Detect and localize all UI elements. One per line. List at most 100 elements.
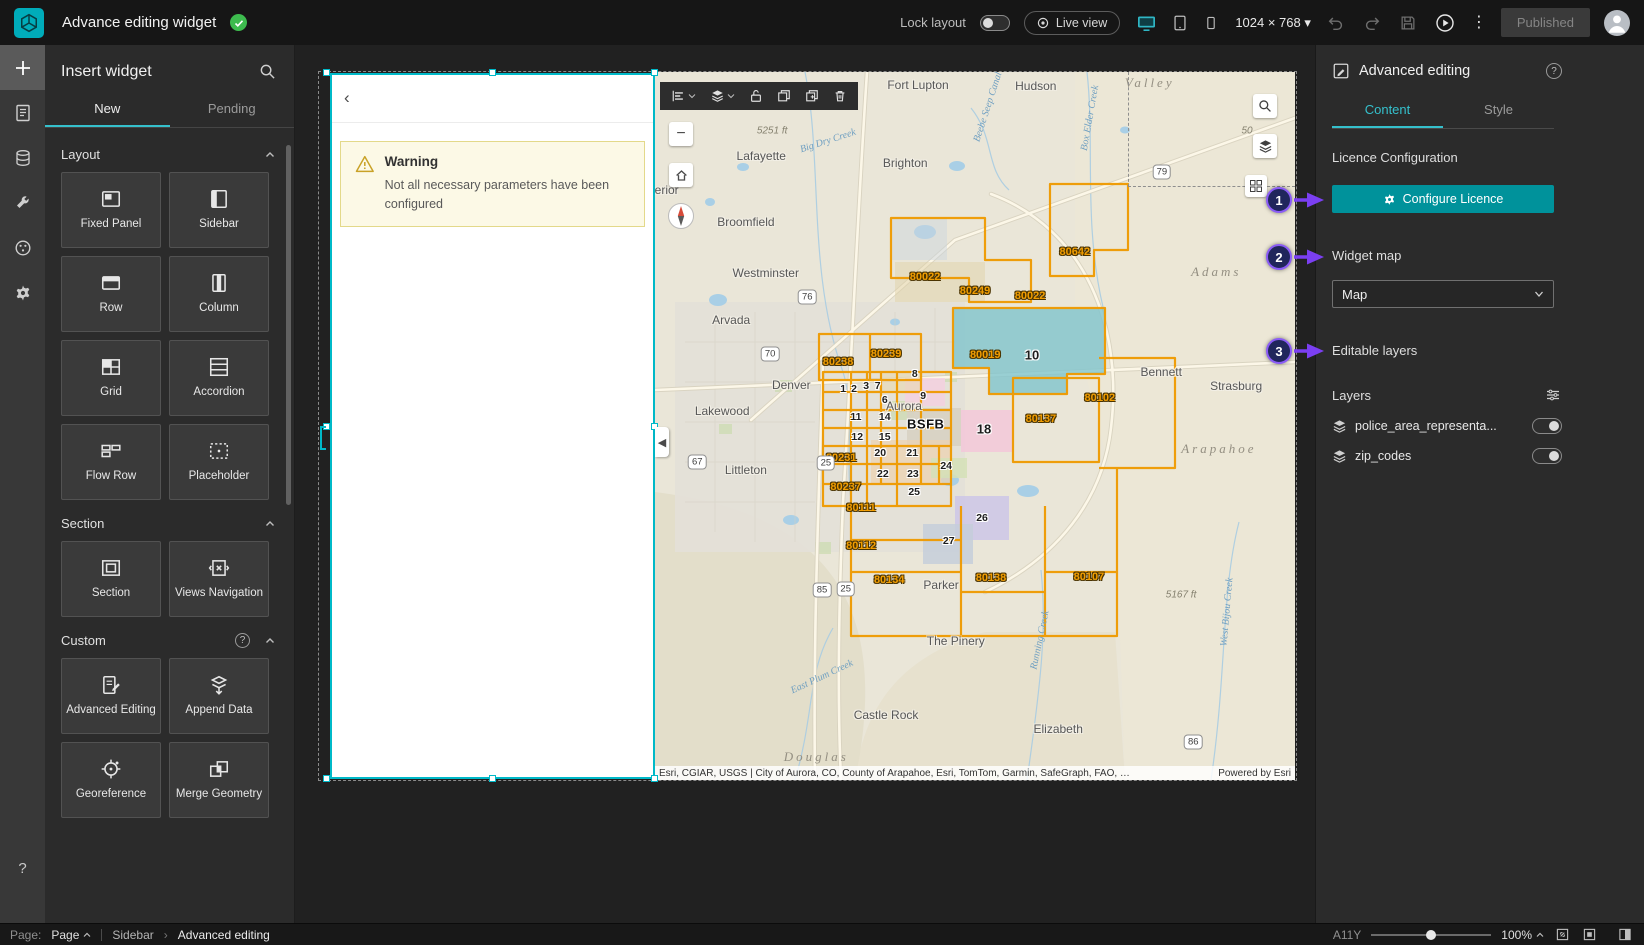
theme-palette-icon <box>14 239 32 257</box>
user-avatar[interactable] <box>1604 10 1630 36</box>
layer-icon <box>1332 419 1347 434</box>
chevron-up-icon[interactable] <box>264 635 276 647</box>
more-options-icon[interactable]: ⋮ <box>1471 15 1487 31</box>
zoom-slider[interactable] <box>1371 928 1491 942</box>
arrange-layers-icon[interactable] <box>705 86 740 106</box>
widget-card-section[interactable]: Section <box>61 541 161 617</box>
delete-icon[interactable] <box>828 86 852 106</box>
tab-new[interactable]: New <box>45 92 170 127</box>
rail-insert-widget[interactable] <box>0 45 45 90</box>
chevron-up-icon[interactable] <box>264 518 276 530</box>
back-chevron-icon[interactable]: ‹ <box>344 89 350 106</box>
zoom-level[interactable]: 100% <box>1501 928 1544 942</box>
design-canvas: ‹ Warning Not all necessary parameters h… <box>295 45 1315 923</box>
preview-play-icon[interactable] <box>1433 11 1457 35</box>
section-header-layout[interactable]: Layout <box>61 147 276 162</box>
widget-card-advanced-editing[interactable]: Advanced Editing <box>61 658 161 734</box>
widget-card-merge-geometry[interactable]: Merge Geometry <box>169 742 269 818</box>
search-icon[interactable] <box>257 61 278 82</box>
plus-icon <box>14 59 32 77</box>
resize-handle-se[interactable] <box>651 775 658 782</box>
card-grid-custom: Advanced EditingAppend DataGeoreferenceM… <box>61 658 294 818</box>
zoom-slider-knob[interactable] <box>1426 930 1436 940</box>
layer-name: zip_codes <box>1355 449 1524 463</box>
tablet-device-icon[interactable] <box>1169 11 1191 35</box>
rail-settings[interactable] <box>0 270 45 315</box>
resize-handle-sw[interactable] <box>323 775 330 782</box>
duplicate-icon[interactable] <box>772 86 796 106</box>
widget-card-views-navigation[interactable]: Views Navigation <box>169 541 269 617</box>
tool-rail: ? <box>0 45 45 923</box>
card-grid-section: SectionViews Navigation <box>61 541 294 617</box>
phone-device-icon[interactable] <box>1201 11 1221 35</box>
resolution-dropdown[interactable]: 1024 × 768 ▾ <box>1235 15 1311 31</box>
sidebar-collapse-button[interactable]: ◀ <box>655 427 669 457</box>
map-search-button[interactable] <box>1253 94 1277 118</box>
card-grid-layout: Fixed PanelSidebarRowColumnGridAccordion… <box>61 172 294 500</box>
redo-icon[interactable] <box>1361 12 1383 34</box>
widget-card-column[interactable]: Column <box>169 256 269 332</box>
widget-card-flow-row[interactable]: Flow Row <box>61 424 161 500</box>
settings-panel-title: Advanced editing <box>1359 63 1537 79</box>
merge-geometry-icon <box>208 758 230 780</box>
widget-card-grid[interactable]: Grid <box>61 340 161 416</box>
section-header-custom[interactable]: Custom? <box>61 633 276 648</box>
map-widget[interactable]: 8064280022802498002280019802388023980102… <box>655 72 1295 780</box>
widget-map-select[interactable]: Map <box>1332 280 1554 308</box>
lock-layout-toggle[interactable] <box>980 15 1010 31</box>
desktop-device-icon[interactable] <box>1134 11 1159 35</box>
basemap-svg <box>655 72 1295 780</box>
resize-handle-s[interactable] <box>489 775 496 782</box>
widget-card-accordion[interactable]: Accordion <box>169 340 269 416</box>
unlock-icon[interactable] <box>744 86 768 106</box>
rail-theme[interactable] <box>0 225 45 270</box>
rail-tools[interactable] <box>0 180 45 225</box>
configure-licence-button[interactable]: Configure Licence <box>1332 185 1554 213</box>
widget-card-placeholder[interactable]: Placeholder <box>169 424 269 500</box>
sidebar-widget-panel[interactable]: ‹ Warning Not all necessary parameters h… <box>330 73 655 779</box>
actual-size-icon[interactable] <box>1581 926 1598 943</box>
copy-to-icon[interactable] <box>800 86 824 106</box>
section-icon <box>100 557 122 579</box>
help-icon[interactable]: ? <box>235 633 250 648</box>
panel-scrollbar[interactable] <box>286 145 291 505</box>
layer-settings-icon[interactable] <box>1544 386 1562 404</box>
widget-card-append-data[interactable]: Append Data <box>169 658 269 734</box>
tab-style[interactable]: Style <box>1443 93 1554 128</box>
compass-button[interactable] <box>667 202 695 230</box>
map-layers-button[interactable] <box>1253 134 1277 158</box>
rail-data[interactable] <box>0 135 45 180</box>
live-view-button[interactable]: Live view <box>1024 11 1120 35</box>
help-icon[interactable]: ? <box>1546 63 1562 79</box>
page-selector[interactable]: Page <box>51 928 91 942</box>
widget-card-sidebar[interactable]: Sidebar <box>169 172 269 248</box>
insert-widget-panel: Insert widget New Pending LayoutFixed Pa… <box>45 45 295 923</box>
align-tool-icon[interactable] <box>666 86 701 106</box>
breadcrumb-sidebar[interactable]: Sidebar <box>112 928 153 942</box>
resize-handle-nw[interactable] <box>323 69 330 76</box>
chevron-up-icon[interactable] <box>264 149 276 161</box>
splitter-grip[interactable] <box>320 426 326 450</box>
row-icon <box>100 272 122 294</box>
save-icon[interactable] <box>1397 12 1419 34</box>
tab-content[interactable]: Content <box>1332 93 1443 128</box>
app-logo[interactable] <box>14 8 44 38</box>
tab-pending[interactable]: Pending <box>170 92 295 127</box>
rail-page[interactable] <box>0 90 45 135</box>
resize-handle-n[interactable] <box>489 69 496 76</box>
section-header-section[interactable]: Section <box>61 516 276 531</box>
toggle-panel-icon[interactable] <box>1616 926 1634 943</box>
zoom-out-button[interactable]: − <box>669 122 693 146</box>
widget-card-row[interactable]: Row <box>61 256 161 332</box>
resize-handle-ne[interactable] <box>651 69 658 76</box>
fit-to-window-icon[interactable] <box>1554 926 1571 943</box>
basemap-gallery-button[interactable] <box>1245 175 1267 197</box>
published-button[interactable]: Published <box>1501 8 1590 37</box>
layer-toggle[interactable] <box>1532 418 1562 434</box>
undo-icon[interactable] <box>1325 12 1347 34</box>
widget-card-georeference[interactable]: Georeference <box>61 742 161 818</box>
help-icon[interactable]: ? <box>18 860 26 877</box>
widget-card-fixed-panel[interactable]: Fixed Panel <box>61 172 161 248</box>
home-button[interactable] <box>669 163 693 187</box>
layer-toggle[interactable] <box>1532 448 1562 464</box>
